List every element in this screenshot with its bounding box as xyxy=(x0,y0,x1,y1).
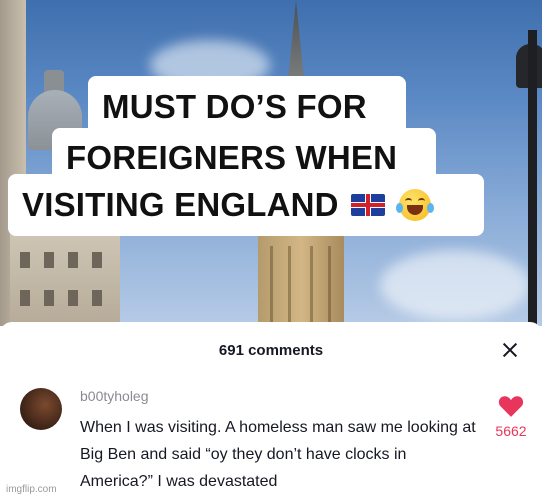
clock-tower xyxy=(258,236,344,326)
window xyxy=(44,290,54,306)
cloud xyxy=(380,250,530,320)
window xyxy=(44,252,54,268)
tower-rib xyxy=(310,246,313,326)
window xyxy=(20,252,30,268)
window xyxy=(92,252,102,268)
video-frame[interactable]: MUST DO’S FOR FOREIGNERS WHEN VISITING E… xyxy=(0,0,542,326)
window xyxy=(68,252,78,268)
comment-username[interactable]: b00tyholeg xyxy=(80,388,149,404)
screen: MUST DO’S FOR FOREIGNERS WHEN VISITING E… xyxy=(0,0,542,500)
street-lamp-post xyxy=(528,30,537,326)
heart-icon[interactable] xyxy=(498,394,524,418)
tower-rib xyxy=(270,246,273,326)
uk-flag-icon xyxy=(350,194,385,216)
window xyxy=(92,290,102,306)
tears-of-joy-emoji-icon xyxy=(395,189,434,221)
comments-sheet: 691 comments b00tyholeg When I was visit… xyxy=(0,322,542,500)
caption-line-3-text: VISITING ENGLAND xyxy=(22,186,339,223)
avatar[interactable] xyxy=(20,388,62,430)
tower-spire xyxy=(288,0,304,80)
caption-line-3: VISITING ENGLAND xyxy=(8,174,484,236)
like-count: 5662 xyxy=(495,423,527,439)
close-icon[interactable] xyxy=(498,338,522,362)
caption-line-1-text: MUST DO’S FOR xyxy=(102,88,367,125)
comment-text: When I was visiting. A homeless man saw … xyxy=(80,419,476,490)
tower-rib xyxy=(328,246,331,326)
building-facade xyxy=(10,230,120,326)
window xyxy=(20,290,30,306)
caption-line-2-text: FOREIGNERS WHEN xyxy=(66,139,398,176)
watermark: imgflip.com xyxy=(6,484,57,495)
comments-count-title: 691 comments xyxy=(218,342,324,359)
tower-rib xyxy=(288,246,291,326)
window xyxy=(68,290,78,306)
